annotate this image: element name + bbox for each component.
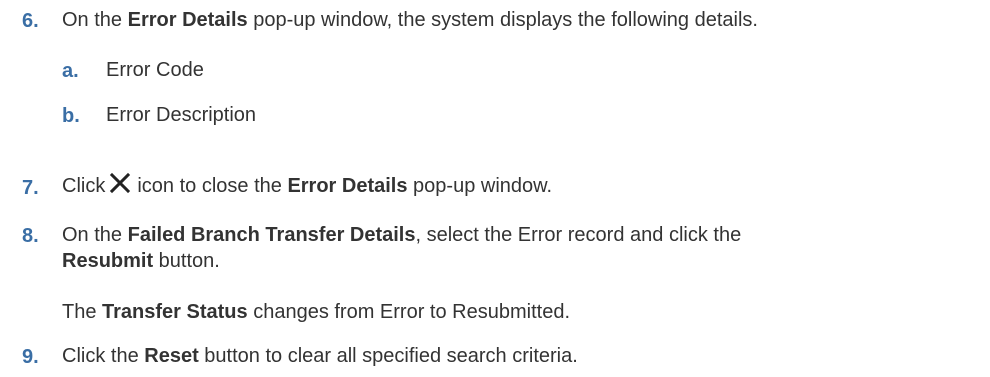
step-note: The Transfer Status changes from Error t… <box>62 301 570 323</box>
close-icon <box>109 172 131 202</box>
step-text: On the Error Details pop-up window, the … <box>62 9 758 31</box>
step-text: Click icon to close the Error Details pop… <box>62 172 552 202</box>
substep-text: Error Code <box>106 59 204 81</box>
step-text: Click the Reset button to clear all spec… <box>62 345 578 367</box>
substep-number: a. <box>62 60 79 82</box>
step-number: 8. <box>22 225 39 247</box>
step-text-continued: Resubmit button. <box>62 250 220 272</box>
step-number: 9. <box>22 346 39 368</box>
step-text: On the Failed Branch Transfer Details, s… <box>62 224 742 246</box>
substep-number: b. <box>62 105 80 127</box>
step-number: 7. <box>22 177 39 199</box>
substep-text: Error Description <box>106 104 257 126</box>
step-number: 6. <box>22 10 39 32</box>
